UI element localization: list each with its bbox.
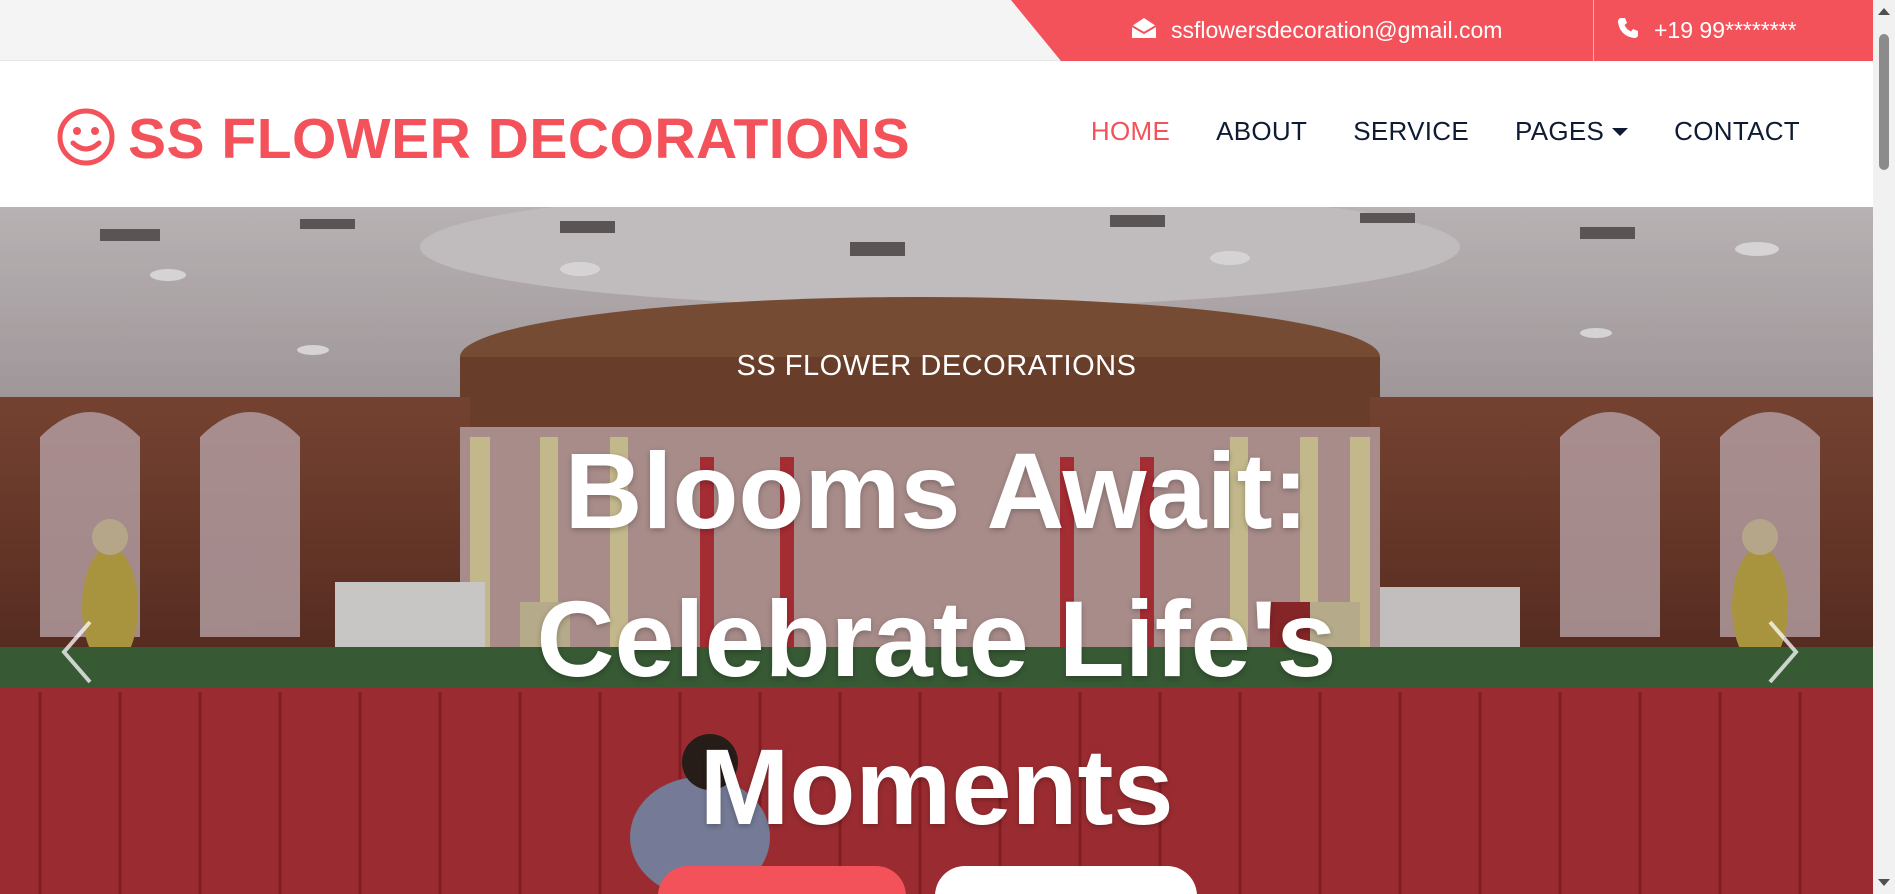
contact-divider: [1593, 0, 1594, 61]
email-text: ssflowersdecoration@gmail.com: [1171, 17, 1503, 43]
phone-text: +19 99********: [1654, 17, 1797, 43]
smile-icon: [56, 107, 116, 172]
nav-contact[interactable]: CONTACT: [1674, 116, 1800, 147]
brand-logo-link[interactable]: SS FLOWER DECORATIONS: [56, 106, 910, 172]
chevron-right-icon: [1768, 620, 1799, 684]
nav-menu: HOME ABOUT SERVICE PAGES CONTACT: [1091, 116, 1800, 147]
hero-carousel: SS FLOWER DECORATIONS Blooms Await: Cele…: [0, 207, 1873, 894]
hero-title-line-1: Blooms Await:: [564, 430, 1309, 551]
nav-service[interactable]: SERVICE: [1353, 116, 1469, 147]
hero-title: Blooms Await: Celebrate Life's Moments: [0, 417, 1873, 861]
chevron-left-icon: [61, 620, 92, 684]
carousel-next-button[interactable]: [1762, 617, 1802, 687]
nav-pages-label: PAGES: [1514, 116, 1605, 146]
hero-title-line-2: Celebrate Life's: [536, 578, 1337, 699]
hero-title-line-3: Moments: [699, 726, 1174, 847]
scroll-up-arrow-icon[interactable]: [1878, 8, 1890, 15]
carousel-prev-button[interactable]: [58, 617, 98, 687]
phone-link[interactable]: +19 99********: [1616, 0, 1797, 61]
scroll-thumb[interactable]: [1879, 34, 1889, 170]
nav-about[interactable]: ABOUT: [1216, 116, 1307, 147]
top-info-bar: ssflowersdecoration@gmail.com +19 99****…: [0, 0, 1873, 61]
brand-name: SS FLOWER DECORATIONS: [128, 107, 911, 171]
hero-primary-button[interactable]: [658, 866, 906, 894]
envelope-open-icon: [1131, 16, 1157, 46]
hero-secondary-button[interactable]: [935, 866, 1197, 894]
caret-down-icon: [1612, 127, 1629, 136]
email-link[interactable]: ssflowersdecoration@gmail.com: [1131, 0, 1502, 61]
nav-pages-dropdown[interactable]: PAGES: [1514, 116, 1629, 147]
contact-strip: ssflowersdecoration@gmail.com +19 99****…: [1011, 0, 1873, 61]
nav-home[interactable]: HOME: [1091, 116, 1170, 147]
phone-icon: [1616, 16, 1640, 46]
main-navbar: SS FLOWER DECORATIONS HOME ABOUT SERVICE…: [0, 61, 1873, 207]
scroll-down-arrow-icon[interactable]: [1878, 879, 1890, 886]
hero-subtitle: SS FLOWER DECORATIONS: [736, 350, 1137, 382]
page-scrollbar[interactable]: [1873, 0, 1895, 894]
